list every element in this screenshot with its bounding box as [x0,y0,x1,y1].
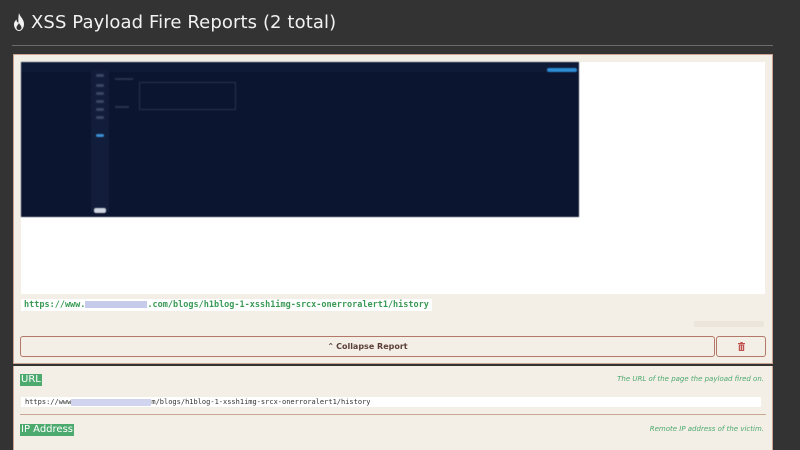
collapse-report-button[interactable]: ⌃ Collapse Report [20,336,715,357]
field-value-url[interactable]: https://www m/blogs/h1blog-1-xssh1img-src… [21,397,761,407]
field-divider [20,414,766,415]
screenshot-box [139,82,236,110]
redaction-bar [71,398,152,406]
screenshot-button [547,68,577,72]
field-value-url-prefix: https://www [25,398,72,406]
field-label-url: URL [20,374,42,386]
screenshot-line [115,106,129,108]
double-chevron-up-icon: ⌃ [327,342,335,351]
report-url[interactable]: https://www. .com/blogs/h1blog-1-xssh1img… [21,299,432,311]
screenshot-dot [94,208,106,213]
report-panel: https://www. .com/blogs/h1blog-1-xssh1img… [13,54,773,364]
faint-note [694,321,764,327]
report-url-suffix: .com/blogs/h1blog-1-xssh1img-srcx-onerro… [147,300,429,310]
screenshot-image [21,62,579,217]
delete-report-button[interactable] [716,336,766,357]
screenshot-dot [96,134,104,137]
screenshot-dot [96,74,104,77]
report-url-prefix: https://www. [24,300,86,310]
field-value-url-suffix: m/blogs/h1blog-1-xssh1img-srcx-onerroral… [151,398,371,406]
redaction-bar [85,301,148,308]
report-fields: URL The URL of the page the payload fire… [13,366,773,450]
header-divider [12,45,773,46]
payload-screenshot[interactable] [21,62,765,294]
screenshot-dot [96,100,104,103]
field-label-ip-address: IP Address [20,424,74,436]
screenshot-dot [96,84,104,87]
screenshot-dot [96,92,104,95]
trash-icon [737,342,745,351]
screenshot-dot [96,116,104,119]
collapse-report-label: Collapse Report [336,342,408,351]
field-description-ip-address: Remote IP address of the victim. [649,425,764,433]
flame-icon [14,13,24,31]
page-title: XSS Payload Fire Reports (2 total) [12,8,336,36]
screenshot-dot [96,108,104,111]
field-description-url: The URL of the page the payload fired on… [617,375,764,383]
screenshot-line [115,78,133,80]
page-title-text: XSS Payload Fire Reports (2 total) [31,11,337,33]
